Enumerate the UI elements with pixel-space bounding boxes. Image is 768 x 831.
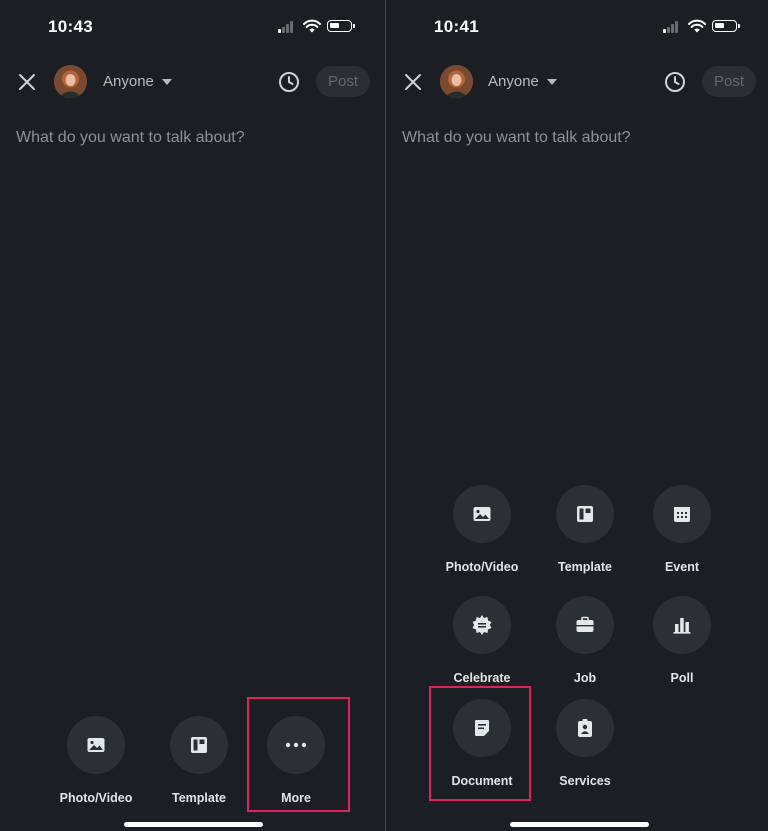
action-label: Celebrate [453,671,511,685]
poll-icon [673,618,691,634]
calendar-icon [674,507,690,522]
action-label: Photo/Video [445,560,519,574]
post-button[interactable]: Post [316,66,370,97]
action-label: Template [172,791,226,805]
action-label: Poll [670,671,694,685]
avatar[interactable] [54,65,87,98]
close-icon[interactable] [15,70,39,94]
celebrate-icon [472,615,492,635]
briefcase-icon [576,616,594,632]
status-time: 10:43 [48,17,93,36]
post-composer-input[interactable] [402,129,752,147]
battery-icon [712,20,740,32]
audience-selector[interactable]: Anyone [488,73,557,90]
post-composer-input[interactable] [16,129,369,147]
battery-icon [327,20,355,32]
audience-label: Anyone [103,73,154,90]
wifi-icon [688,19,706,33]
status-time: 10:41 [434,17,479,36]
action-label: Photo/Video [59,791,133,805]
caret-down-icon [546,78,557,85]
action-label: Job [573,671,597,685]
template-icon [577,506,593,522]
photo-video-button[interactable]: Photo/Video [427,485,537,574]
audience-label: Anyone [488,73,539,90]
photo-video-button[interactable]: Photo/Video [41,716,151,805]
template-button[interactable]: Template [144,716,254,805]
home-indicator [510,822,649,827]
more-highlight-box [247,697,350,812]
image-icon [473,507,491,521]
template-icon [191,737,207,753]
image-icon [87,738,105,752]
home-indicator [124,822,263,827]
left-screen: 10:43 Anyone Post Photo/Video [0,0,385,831]
avatar[interactable] [440,65,473,98]
post-button[interactable]: Post [702,66,756,97]
wifi-icon [303,19,321,33]
action-label: Template [558,560,612,574]
cellular-signal-icon [663,21,680,33]
audience-selector[interactable]: Anyone [103,73,172,90]
action-label: Services [559,774,611,788]
action-label: Event [664,560,700,574]
services-button[interactable]: Services [530,699,640,788]
caret-down-icon [161,78,172,85]
clock-icon[interactable] [663,70,687,94]
close-icon[interactable] [401,70,425,94]
template-button[interactable]: Template [530,485,640,574]
job-button[interactable]: Job [530,596,640,685]
poll-button[interactable]: Poll [627,596,737,685]
cellular-signal-icon [278,21,295,33]
celebrate-button[interactable]: Celebrate [427,596,537,685]
clock-icon[interactable] [277,70,301,94]
document-highlight-box [429,686,531,801]
services-icon [578,719,592,737]
event-button[interactable]: Event [627,485,737,574]
right-screen: 10:41 Anyone Post Photo/Video [386,0,768,831]
